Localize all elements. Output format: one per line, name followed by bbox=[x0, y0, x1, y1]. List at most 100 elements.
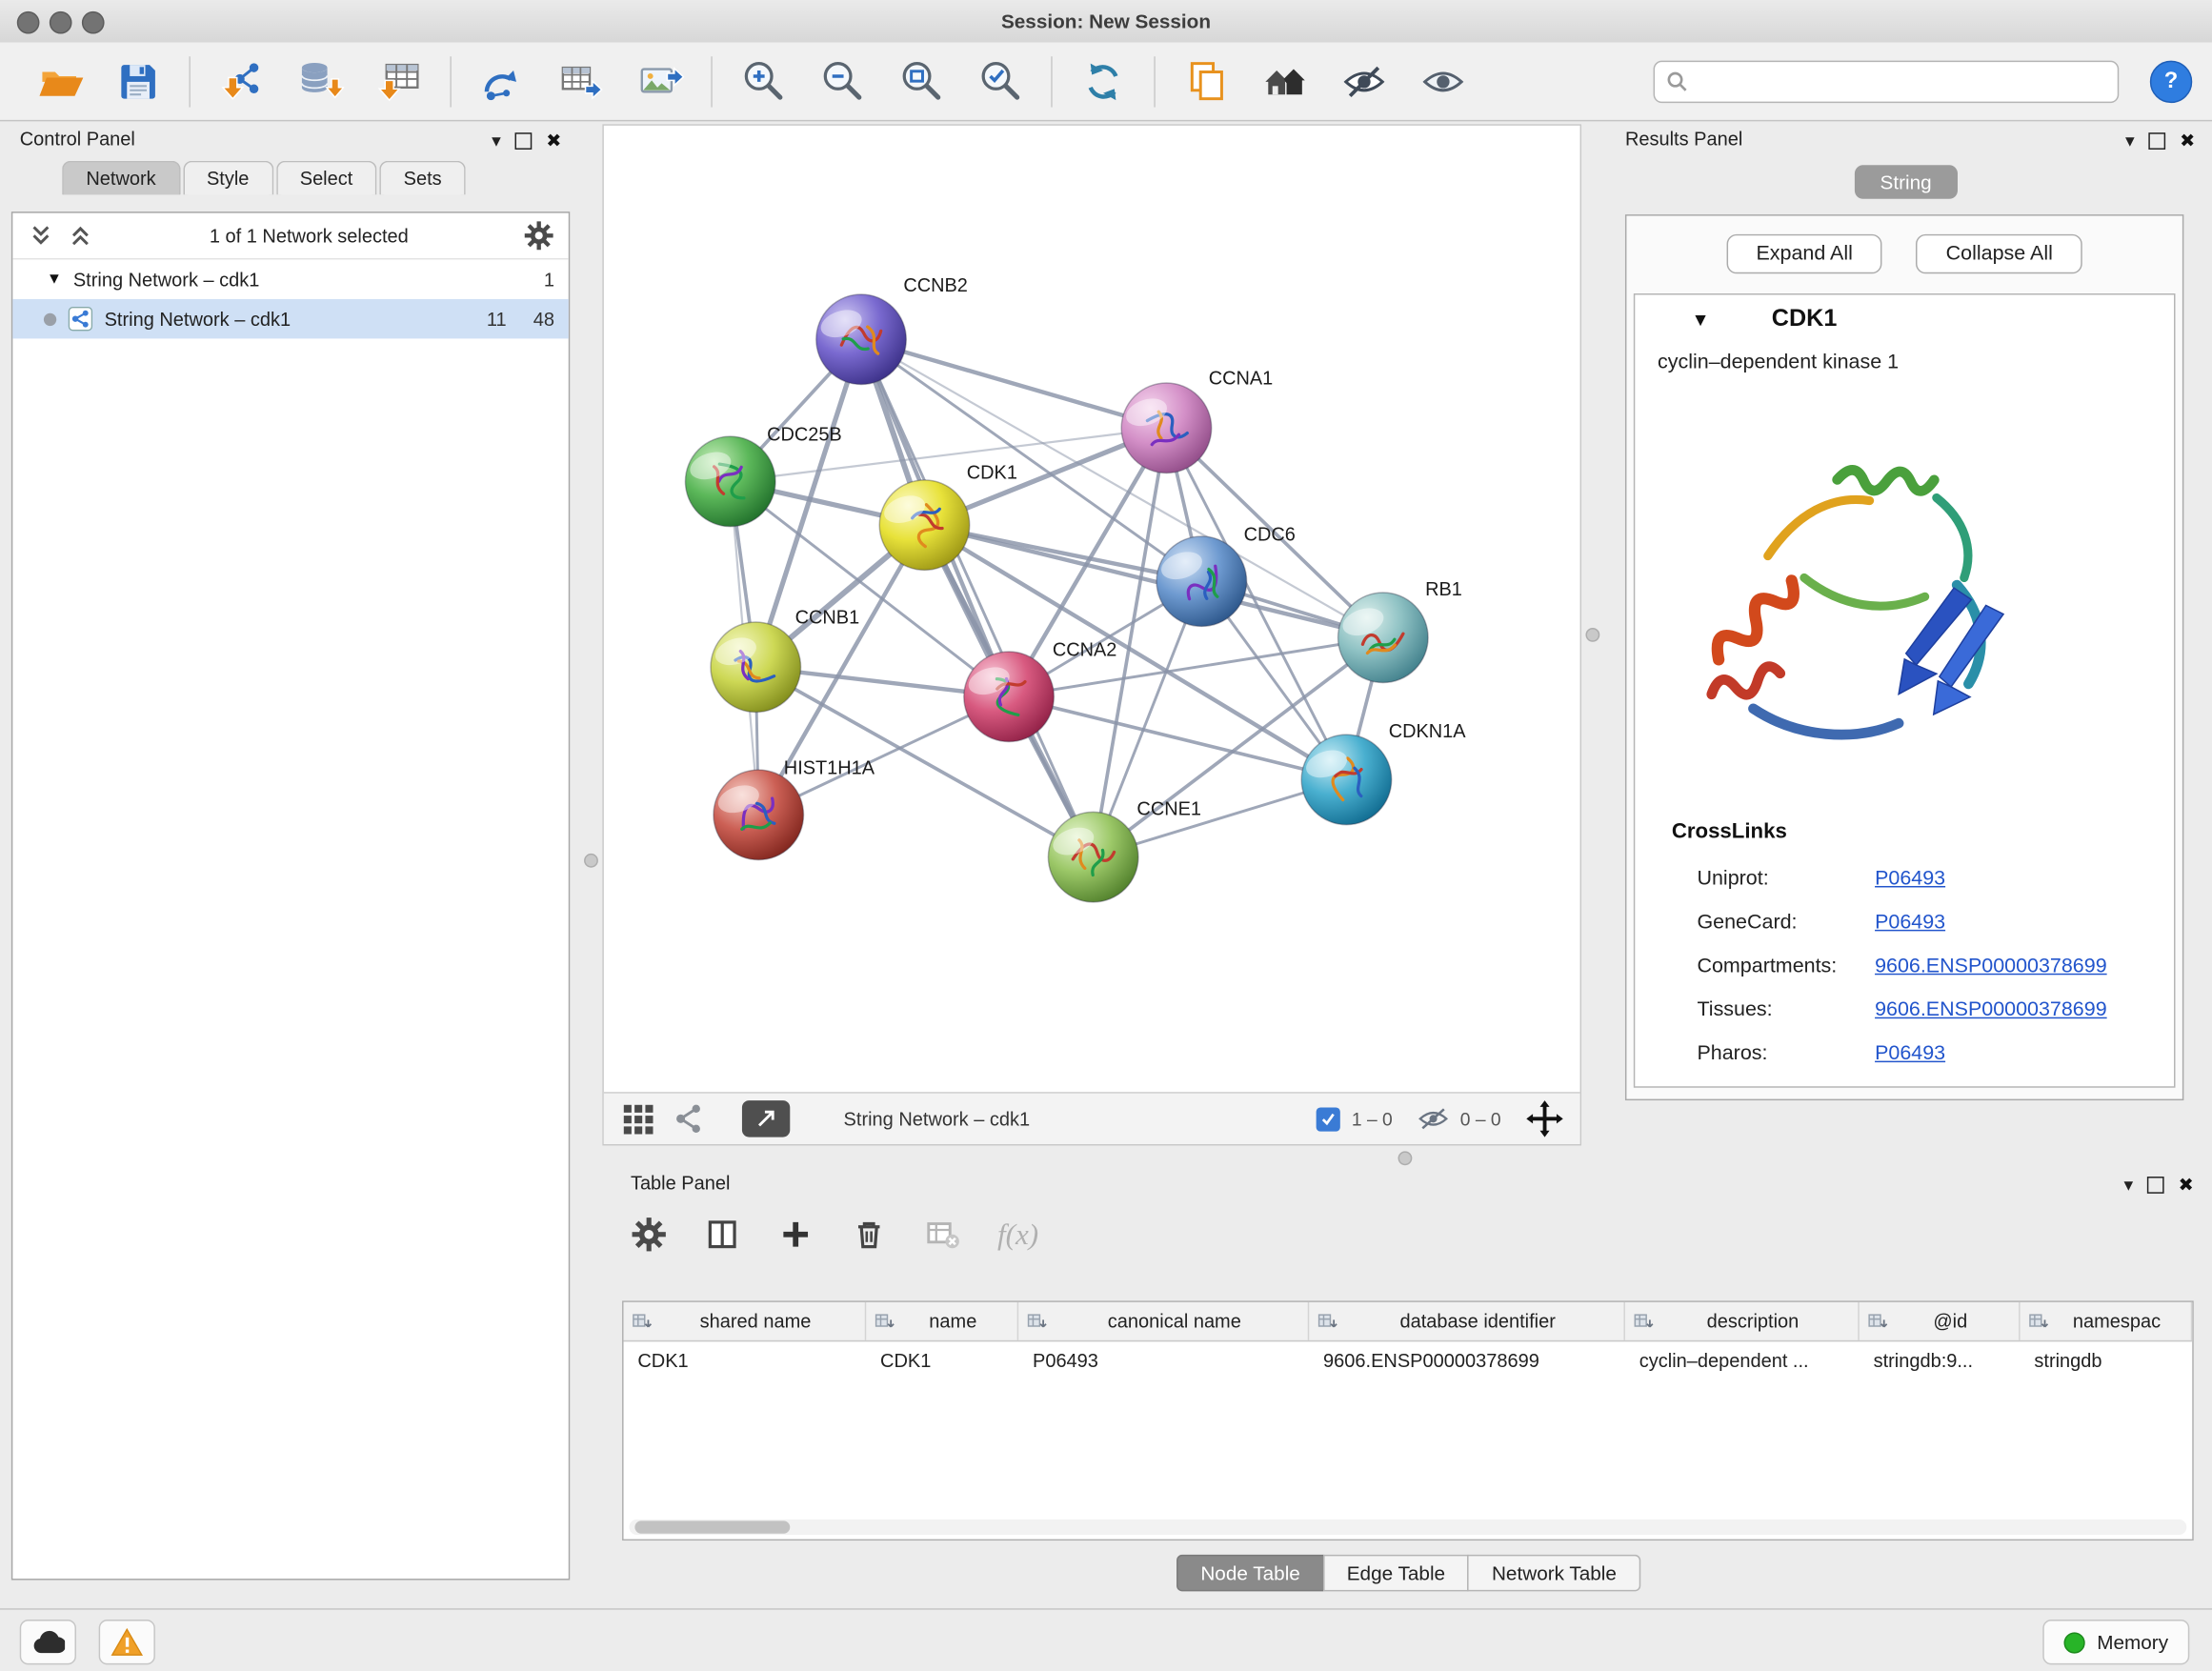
column-sort-icon[interactable] bbox=[1868, 1311, 1888, 1331]
arrow-out-icon bbox=[754, 1107, 777, 1130]
column-sort-icon[interactable] bbox=[2028, 1311, 2048, 1331]
tab-style[interactable]: Style bbox=[183, 161, 273, 195]
panel-maximize-icon[interactable] bbox=[2148, 132, 2165, 150]
control-panel: Control Panel ▾ ✖ NetworkStyleSelectSets… bbox=[11, 124, 570, 1580]
network-collection-row[interactable]: ▼ String Network – cdk1 1 bbox=[12, 259, 568, 298]
tab-select[interactable]: Select bbox=[276, 161, 377, 195]
expand-all-icon[interactable] bbox=[67, 223, 95, 249]
column-sort-icon[interactable] bbox=[632, 1311, 652, 1331]
cloud-button[interactable] bbox=[20, 1620, 76, 1664]
add-row-plus-icon[interactable] bbox=[777, 1217, 814, 1254]
panel-close-icon[interactable]: ✖ bbox=[546, 126, 561, 157]
collapse-all-icon[interactable] bbox=[27, 223, 55, 249]
table-cell: stringdb:9... bbox=[1860, 1349, 2021, 1370]
columns-icon[interactable] bbox=[704, 1217, 741, 1254]
window-zoom-button[interactable] bbox=[82, 11, 105, 34]
crosslink-link[interactable]: 9606.ENSP00000378699 bbox=[1875, 998, 2107, 1021]
column-header--id[interactable]: @id bbox=[1860, 1302, 2021, 1340]
table-horizontal-scrollbar[interactable] bbox=[629, 1520, 2186, 1535]
tab-string[interactable]: String bbox=[1855, 165, 1957, 199]
open-folder-icon bbox=[35, 57, 83, 105]
search-input[interactable] bbox=[1697, 69, 2105, 94]
column-header-shared-name[interactable]: shared name bbox=[624, 1302, 867, 1340]
column-header-namespac[interactable]: namespac bbox=[2021, 1302, 2193, 1340]
column-sort-icon[interactable] bbox=[1317, 1311, 1337, 1331]
results-panel-title: Results Panel bbox=[1625, 129, 1742, 150]
panel-collapse-icon[interactable]: ▾ bbox=[2124, 1170, 2134, 1201]
network-list-item[interactable]: String Network – cdk1 11 48 bbox=[12, 299, 568, 338]
tab-network[interactable]: Network bbox=[62, 161, 180, 195]
panel-maximize-icon[interactable] bbox=[2147, 1177, 2164, 1194]
import-network-database-button[interactable] bbox=[293, 54, 347, 108]
tab-edge-table[interactable]: Edge Table bbox=[1323, 1555, 1470, 1592]
open-session-button[interactable] bbox=[32, 54, 86, 108]
protein-description: cyclin–dependent kinase 1 bbox=[1658, 352, 2174, 374]
warnings-button[interactable] bbox=[99, 1620, 155, 1664]
panel-maximize-icon[interactable] bbox=[515, 132, 533, 150]
panel-close-icon[interactable]: ✖ bbox=[2180, 126, 2195, 157]
export-table-button[interactable] bbox=[554, 54, 608, 108]
window-close-button[interactable] bbox=[17, 11, 40, 34]
zoom-in-icon bbox=[739, 57, 787, 105]
zoom-in-button[interactable] bbox=[736, 54, 790, 108]
splitter-handle[interactable] bbox=[1398, 1151, 1413, 1165]
grid-view-icon[interactable] bbox=[621, 1102, 655, 1137]
column-header-name[interactable]: name bbox=[866, 1302, 1018, 1340]
zoom-fit-button[interactable] bbox=[895, 54, 948, 108]
crosslink-link[interactable]: P06493 bbox=[1875, 1042, 1945, 1065]
splitter-handle[interactable] bbox=[584, 854, 598, 868]
panel-collapse-icon[interactable]: ▾ bbox=[492, 126, 501, 157]
graph-node bbox=[685, 436, 774, 526]
gear-icon[interactable] bbox=[523, 220, 554, 252]
import-table-button[interactable] bbox=[372, 54, 426, 108]
column-sort-icon[interactable] bbox=[875, 1311, 895, 1331]
network-graph[interactable]: CCNB2CCNA1CDC25BCDK1CDC6RB1CCNB1CCNA2CDK… bbox=[604, 126, 1580, 1092]
splitter-handle[interactable] bbox=[1585, 628, 1599, 642]
toolbar-separator bbox=[1154, 55, 1155, 106]
save-session-button[interactable] bbox=[111, 54, 165, 108]
memory-button[interactable]: Memory bbox=[2043, 1620, 2189, 1664]
expand-all-button[interactable]: Expand All bbox=[1726, 234, 1882, 273]
section-caret-icon[interactable]: ▼ bbox=[1692, 309, 1710, 330]
column-sort-icon[interactable] bbox=[1634, 1311, 1654, 1331]
panel-close-icon[interactable]: ✖ bbox=[2179, 1170, 2194, 1201]
crosslink-link[interactable]: P06493 bbox=[1875, 911, 1945, 934]
clone-network-button[interactable] bbox=[1179, 54, 1233, 108]
new-network-from-selection-button[interactable] bbox=[475, 54, 529, 108]
neighborhood-button[interactable] bbox=[1258, 54, 1312, 108]
crosslink-link[interactable]: P06493 bbox=[1875, 867, 1945, 890]
help-button[interactable]: ? bbox=[2150, 60, 2192, 102]
detach-view-button[interactable] bbox=[742, 1100, 790, 1137]
tree-caret-icon[interactable]: ▼ bbox=[47, 271, 62, 288]
selected-checkbox-icon[interactable] bbox=[1317, 1107, 1340, 1131]
hide-selected-button[interactable] bbox=[1337, 54, 1391, 108]
node-label: CDC6 bbox=[1244, 524, 1296, 545]
import-network-file-button[interactable] bbox=[214, 54, 268, 108]
column-header-description[interactable]: description bbox=[1625, 1302, 1860, 1340]
scrollbar-thumb[interactable] bbox=[634, 1520, 790, 1533]
table-row[interactable]: CDK1CDK1P064939606.ENSP00000378699cyclin… bbox=[624, 1341, 2193, 1379]
tab-sets[interactable]: Sets bbox=[379, 161, 465, 195]
collapse-all-button[interactable]: Collapse All bbox=[1917, 234, 2082, 273]
graph-node bbox=[711, 622, 800, 712]
panel-collapse-icon[interactable]: ▾ bbox=[2125, 126, 2135, 157]
gear-icon[interactable] bbox=[631, 1217, 668, 1254]
table-cell: P06493 bbox=[1018, 1349, 1309, 1370]
application-statusbar: Memory bbox=[0, 1608, 2212, 1671]
window-minimize-button[interactable] bbox=[50, 11, 72, 34]
pan-crosshair-icon[interactable] bbox=[1526, 1100, 1563, 1137]
network-view[interactable]: CCNB2CCNA1CDC25BCDK1CDC6RB1CCNB1CCNA2CDK… bbox=[602, 124, 1581, 1145]
apply-layout-button[interactable] bbox=[1076, 54, 1130, 108]
crosslink-link[interactable]: 9606.ENSP00000378699 bbox=[1875, 955, 2107, 977]
network-overview-icon[interactable] bbox=[672, 1102, 706, 1137]
zoom-out-button[interactable] bbox=[815, 54, 869, 108]
column-header-database-identifier[interactable]: database identifier bbox=[1309, 1302, 1625, 1340]
show-all-button[interactable] bbox=[1417, 54, 1470, 108]
tab-network-table[interactable]: Network Table bbox=[1468, 1555, 1640, 1592]
column-sort-icon[interactable] bbox=[1027, 1311, 1047, 1331]
export-image-button[interactable] bbox=[633, 54, 687, 108]
zoom-selected-button[interactable] bbox=[974, 54, 1027, 108]
trash-icon[interactable] bbox=[851, 1217, 888, 1254]
column-header-canonical-name[interactable]: canonical name bbox=[1018, 1302, 1309, 1340]
tab-node-table[interactable]: Node Table bbox=[1176, 1555, 1324, 1592]
